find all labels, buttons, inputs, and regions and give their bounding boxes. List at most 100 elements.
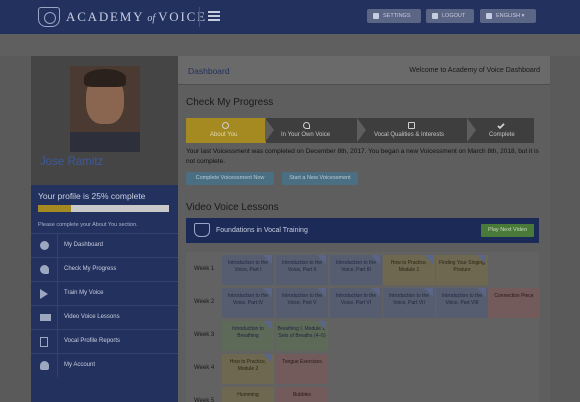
lesson-cell[interactable]: Introduction to Breathing bbox=[222, 321, 274, 351]
lesson-cell[interactable]: Introduction to the Voice, Part VI bbox=[330, 288, 382, 318]
sidebar-item-dashboard[interactable]: My Dashboard bbox=[31, 233, 178, 257]
avatar-hair bbox=[84, 69, 126, 87]
completed-check-icon bbox=[317, 288, 326, 297]
step-label: In Your Own Voice bbox=[281, 132, 331, 138]
lesson-cell[interactable]: Tongue Exercises bbox=[276, 354, 328, 384]
lesson-cell[interactable]: Bubbles bbox=[276, 387, 328, 402]
completed-check-icon bbox=[263, 255, 272, 264]
lesson-cell[interactable]: Introduction to the Voice, Part VII bbox=[383, 288, 435, 318]
week-label: Week 1 bbox=[194, 266, 215, 272]
week-label: Week 5 bbox=[194, 398, 215, 402]
lesson-title: Tongue Exercises bbox=[282, 359, 322, 365]
head-icon bbox=[40, 265, 49, 274]
lesson-title: Introduction to the Voice, Part VII bbox=[388, 293, 430, 306]
voicessment-status: Your last Voicessment was completed on D… bbox=[186, 148, 539, 165]
play-next-video-button[interactable]: Play Next Video bbox=[481, 224, 534, 237]
lessons-section-title: Video Voice Lessons bbox=[186, 202, 279, 213]
profile-card: Jose Ramitz bbox=[31, 56, 178, 185]
head-icon bbox=[303, 122, 310, 129]
completed-check-icon bbox=[424, 288, 433, 297]
lesson-cell[interactable]: Introduction to the Voice, Part IV bbox=[222, 288, 274, 318]
progress-step-own-voice[interactable] bbox=[266, 118, 358, 143]
sidebar-item-label: My Account bbox=[64, 362, 96, 368]
profile-progress-bar bbox=[38, 205, 169, 212]
step-separator bbox=[467, 118, 476, 142]
progress-section-title: Check My Progress bbox=[186, 97, 274, 108]
step-label: Vocal Qualities & Interests bbox=[374, 132, 445, 138]
completed-check-icon bbox=[317, 255, 326, 264]
lesson-title: Connection Piece bbox=[494, 293, 534, 299]
lesson-cell[interactable]: How to Practice, Module 1 bbox=[383, 255, 435, 285]
brand-name[interactable]: ACADEMY of VOICE bbox=[66, 9, 207, 25]
page-title: Dashboard bbox=[188, 66, 230, 76]
step-separator bbox=[357, 118, 366, 142]
profile-progress-fill bbox=[38, 205, 71, 212]
sidebar-item-label: Video Voice Lessons bbox=[64, 314, 120, 320]
completed-check-icon bbox=[371, 255, 380, 264]
lesson-cell[interactable]: Introduction to the Voice, Part II bbox=[276, 255, 328, 285]
lesson-cell[interactable]: Breathing I, Module 1: Sets of Breaths (… bbox=[276, 321, 328, 351]
lesson-cell[interactable]: Connection Piece bbox=[488, 288, 540, 318]
play-icon bbox=[40, 289, 48, 299]
profile-completion-note: Please complete your About You section. bbox=[38, 222, 138, 228]
sidebar-item-reports[interactable]: Vocal Profile Reports bbox=[31, 329, 178, 353]
completed-check-icon bbox=[263, 354, 272, 363]
sidebar-item-train[interactable]: Train My Voice bbox=[31, 281, 178, 305]
profile-completion-text: Your profile is 25% complete bbox=[38, 191, 146, 201]
lesson-cell[interactable]: Finding Your Singing Posture bbox=[436, 255, 488, 285]
logout-label: LOGOUT bbox=[442, 13, 466, 19]
sidebar-item-label: Check My Progress bbox=[64, 266, 117, 272]
new-voicessment-button[interactable]: Start a New Voicessment bbox=[282, 172, 358, 185]
sidebar-item-label: Vocal Profile Reports bbox=[64, 338, 121, 344]
flag-icon bbox=[486, 13, 492, 19]
brand-main: ACADEMY bbox=[66, 9, 145, 24]
lesson-title: How to Practice, Module 1 bbox=[390, 260, 428, 273]
settings-label: SETTINGS bbox=[383, 13, 411, 19]
sidebar-item-progress[interactable]: Check My Progress bbox=[31, 257, 178, 281]
completed-check-icon bbox=[477, 288, 486, 297]
complete-voicessment-button[interactable]: Complete Voicessment Now bbox=[186, 172, 274, 185]
lesson-cell[interactable]: How to Practice, Module 2 bbox=[222, 354, 274, 384]
lesson-cell[interactable]: Introduction to the Voice, Part VIII bbox=[436, 288, 488, 318]
lesson-cell[interactable]: Introduction to the Voice, Part I bbox=[222, 255, 274, 285]
logout-button[interactable]: LOGOUT bbox=[426, 9, 474, 23]
settings-button[interactable]: SETTINGS bbox=[367, 9, 421, 23]
lock-icon bbox=[432, 13, 438, 19]
dashboard-header: Dashboard Welcome to Academy of Voice Da… bbox=[178, 56, 550, 85]
lesson-cell[interactable]: Introduction to the Voice, Part V bbox=[276, 288, 328, 318]
nav-icon-box bbox=[31, 330, 58, 353]
avatar bbox=[70, 66, 140, 152]
sidebar-item-video-lessons[interactable]: Video Voice Lessons bbox=[31, 305, 178, 329]
sub-header-strip bbox=[0, 34, 580, 56]
completed-check-icon bbox=[263, 288, 272, 297]
week-label: Week 4 bbox=[194, 365, 215, 371]
language-label: ENGLISH ▾ bbox=[496, 13, 525, 19]
nav-icon-box bbox=[31, 306, 58, 329]
checkbox-icon bbox=[408, 122, 415, 129]
completed-check-icon bbox=[477, 255, 486, 264]
course-title: Foundations in Vocal Training bbox=[216, 227, 308, 234]
avatar-shirt bbox=[70, 132, 140, 152]
gear-icon bbox=[40, 241, 49, 250]
menu-toggle-icon[interactable] bbox=[208, 11, 220, 21]
lesson-title: Introduction to the Voice, Part I bbox=[227, 260, 269, 273]
welcome-text: Welcome to Academy of Voice Dashboard bbox=[409, 67, 540, 74]
header-divider bbox=[199, 7, 200, 27]
completed-check-icon bbox=[371, 288, 380, 297]
video-camera-icon bbox=[40, 314, 51, 321]
lesson-cell[interactable]: Introduction to the Voice, Part III bbox=[330, 255, 382, 285]
course-header: Foundations in Vocal Training Play Next … bbox=[186, 218, 539, 243]
academy-logo-icon[interactable] bbox=[38, 7, 60, 27]
lesson-title: Humming bbox=[237, 392, 259, 398]
completed-check-icon bbox=[263, 321, 272, 330]
sidebar-item-label: My Dashboard bbox=[64, 242, 104, 248]
step-separator bbox=[265, 118, 274, 142]
user-icon bbox=[40, 361, 49, 370]
completed-check-icon bbox=[317, 321, 326, 330]
lesson-title: Introduction to the Voice, Part VI bbox=[335, 293, 377, 306]
lesson-title: Introduction to the Voice, Part V bbox=[281, 293, 323, 306]
gear-icon bbox=[373, 13, 379, 19]
lesson-cell[interactable]: Humming bbox=[222, 387, 274, 402]
sidebar-item-account[interactable]: My Account bbox=[31, 353, 178, 377]
language-dropdown[interactable]: ENGLISH ▾ bbox=[480, 9, 536, 23]
